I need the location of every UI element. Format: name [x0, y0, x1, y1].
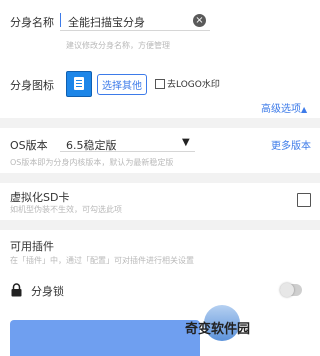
remove-logo-checkbox[interactable]	[155, 79, 165, 89]
clone-lock-toggle[interactable]	[280, 283, 302, 297]
plugins-label: 可用插件	[10, 240, 54, 253]
virtual-sd-hint: 如机型伪装不生效，可勾选此项	[10, 205, 122, 214]
virtual-sd-label: 虚拟化SD卡	[10, 191, 70, 204]
advanced-options-label: 高级选项	[261, 104, 301, 115]
section-divider	[0, 173, 320, 183]
more-versions-link[interactable]: 更多版本	[271, 137, 311, 152]
os-version-label: OS版本	[10, 139, 48, 152]
advanced-options-link[interactable]: 高级选项▲	[261, 100, 307, 115]
clone-name-label: 分身名称	[10, 16, 54, 29]
app-icon[interactable]	[66, 71, 92, 97]
clone-name-input[interactable]: 全能扫描宝分身	[68, 14, 145, 30]
text-cursor	[60, 13, 61, 27]
clone-lock-label: 分身锁	[31, 285, 64, 298]
clone-name-hint: 建议修改分身名称，方便管理	[66, 41, 170, 50]
caret-up-icon: ▲	[301, 105, 308, 114]
lock-icon	[11, 282, 22, 297]
section-divider	[0, 118, 320, 128]
clone-icon-label: 分身图标	[10, 79, 54, 92]
clear-icon[interactable]: ×	[193, 14, 206, 27]
plugins-hint: 在「插件」中，通过「配置」可对插件进行相关设置	[10, 256, 194, 265]
watermark-text: 奇变软件园	[185, 322, 251, 337]
virtual-sd-checkbox[interactable]	[297, 193, 311, 207]
remove-logo-label: 去LOGO水印	[167, 80, 220, 90]
choose-icon-button[interactable]: 选择其他	[97, 74, 147, 95]
os-underline	[60, 151, 195, 152]
dropdown-icon[interactable]: ▼	[182, 137, 190, 148]
section-divider	[0, 220, 320, 230]
os-version-hint: OS版本即为分身内核版本，默认为最新稳定版	[10, 158, 174, 167]
name-underline	[60, 30, 210, 31]
